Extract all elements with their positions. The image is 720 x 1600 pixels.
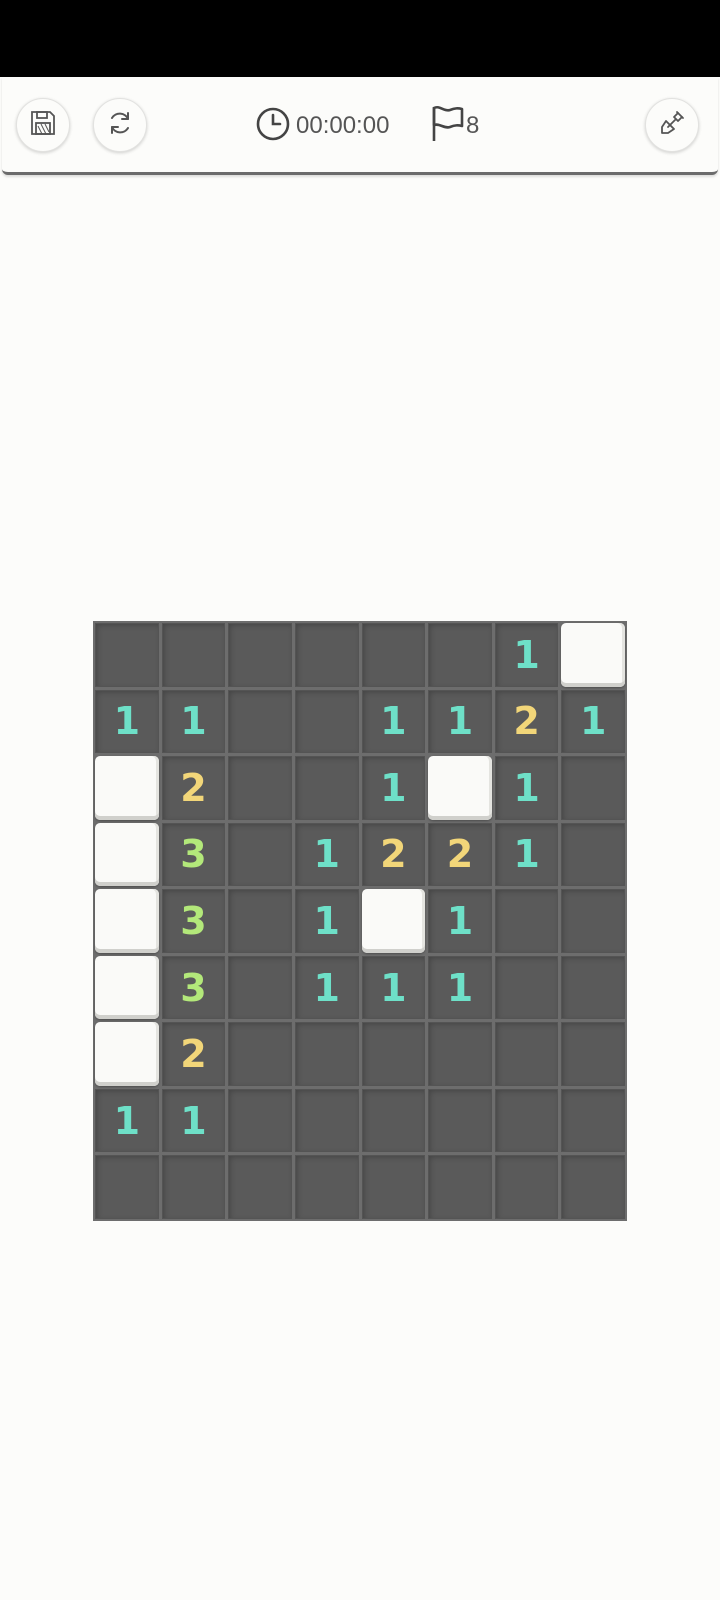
refresh-icon bbox=[105, 108, 135, 143]
flag-icon bbox=[430, 104, 466, 149]
number-tile[interactable]: 1 bbox=[361, 689, 426, 754]
covered-tile[interactable] bbox=[95, 756, 159, 820]
revealed-empty-tile[interactable] bbox=[494, 955, 559, 1020]
revealed-empty-tile[interactable] bbox=[228, 1022, 292, 1086]
number-tile[interactable]: 1 bbox=[294, 889, 359, 953]
revealed-empty-tile[interactable] bbox=[294, 756, 359, 820]
number-tile[interactable]: 2 bbox=[494, 689, 559, 754]
revealed-empty-tile[interactable] bbox=[228, 756, 292, 820]
floppy-disk-icon bbox=[28, 108, 58, 143]
covered-tile[interactable] bbox=[95, 889, 159, 953]
revealed-empty-tile[interactable] bbox=[228, 889, 292, 953]
number-tile[interactable]: 2 bbox=[428, 822, 492, 887]
revealed-empty-tile[interactable] bbox=[428, 1022, 492, 1086]
number-tile[interactable]: 1 bbox=[494, 623, 559, 687]
number-tile[interactable]: 3 bbox=[161, 889, 226, 953]
number-tile[interactable]: 2 bbox=[161, 756, 226, 820]
timer-value: 00:00:00 bbox=[296, 112, 390, 139]
dig-mode-button[interactable] bbox=[645, 98, 699, 152]
revealed-empty-tile[interactable] bbox=[361, 1155, 426, 1219]
revealed-empty-tile[interactable] bbox=[294, 623, 359, 687]
number-tile[interactable]: 1 bbox=[95, 1088, 159, 1153]
covered-tile[interactable] bbox=[95, 822, 159, 887]
revealed-empty-tile[interactable] bbox=[228, 1155, 292, 1219]
number-tile[interactable]: 3 bbox=[161, 955, 226, 1020]
number-tile[interactable]: 1 bbox=[294, 955, 359, 1020]
revealed-empty-tile[interactable] bbox=[494, 1155, 559, 1219]
revealed-empty-tile[interactable] bbox=[95, 1155, 159, 1219]
revealed-empty-tile[interactable] bbox=[294, 1088, 359, 1153]
number-tile[interactable]: 1 bbox=[494, 822, 559, 887]
revealed-empty-tile[interactable] bbox=[561, 889, 625, 953]
revealed-empty-tile[interactable] bbox=[228, 689, 292, 754]
covered-tile[interactable] bbox=[361, 889, 426, 953]
revealed-empty-tile[interactable] bbox=[428, 1155, 492, 1219]
number-tile[interactable]: 1 bbox=[428, 889, 492, 953]
revealed-empty-tile[interactable] bbox=[228, 822, 292, 887]
revealed-empty-tile[interactable] bbox=[228, 955, 292, 1020]
revealed-empty-tile[interactable] bbox=[428, 623, 492, 687]
revealed-empty-tile[interactable] bbox=[161, 1155, 226, 1219]
flags-remaining: 8 bbox=[466, 112, 480, 139]
revealed-empty-tile[interactable] bbox=[561, 1088, 625, 1153]
number-tile[interactable]: 1 bbox=[561, 689, 625, 754]
revealed-empty-tile[interactable] bbox=[361, 1088, 426, 1153]
covered-tile[interactable] bbox=[95, 955, 159, 1020]
minesweeper-board: 1111121211312213113111211 bbox=[93, 621, 627, 1221]
game-timer: 00:00:00 bbox=[254, 107, 389, 145]
flag-counter: 8 bbox=[430, 104, 480, 149]
revealed-empty-tile[interactable] bbox=[428, 1088, 492, 1153]
revealed-empty-tile[interactable] bbox=[361, 623, 426, 687]
number-tile[interactable]: 2 bbox=[361, 822, 426, 887]
number-tile[interactable]: 1 bbox=[361, 955, 426, 1020]
revealed-empty-tile[interactable] bbox=[494, 1088, 559, 1153]
revealed-empty-tile[interactable] bbox=[228, 623, 292, 687]
revealed-empty-tile[interactable] bbox=[361, 1022, 426, 1086]
number-tile[interactable]: 1 bbox=[428, 689, 492, 754]
revealed-empty-tile[interactable] bbox=[294, 689, 359, 754]
revealed-empty-tile[interactable] bbox=[494, 889, 559, 953]
number-tile[interactable]: 1 bbox=[294, 822, 359, 887]
revealed-empty-tile[interactable] bbox=[294, 1022, 359, 1086]
covered-tile[interactable] bbox=[95, 1022, 159, 1086]
number-tile[interactable]: 1 bbox=[428, 955, 492, 1020]
revealed-empty-tile[interactable] bbox=[561, 822, 625, 887]
number-tile[interactable]: 1 bbox=[161, 1088, 226, 1153]
covered-tile[interactable] bbox=[428, 756, 492, 820]
clock-icon bbox=[254, 105, 292, 148]
revealed-empty-tile[interactable] bbox=[561, 756, 625, 820]
number-tile[interactable]: 3 bbox=[161, 822, 226, 887]
revealed-empty-tile[interactable] bbox=[561, 955, 625, 1020]
restart-button[interactable] bbox=[93, 98, 147, 152]
revealed-empty-tile[interactable] bbox=[228, 1088, 292, 1153]
revealed-empty-tile[interactable] bbox=[161, 623, 226, 687]
revealed-empty-tile[interactable] bbox=[561, 1022, 625, 1086]
game-toolbar: 00:00:00 8 bbox=[2, 77, 718, 175]
revealed-empty-tile[interactable] bbox=[561, 1155, 625, 1219]
shovel-icon bbox=[657, 108, 687, 143]
number-tile[interactable]: 2 bbox=[161, 1022, 226, 1086]
system-status-bar bbox=[0, 0, 720, 77]
revealed-empty-tile[interactable] bbox=[294, 1155, 359, 1219]
save-button[interactable] bbox=[16, 98, 70, 152]
number-tile[interactable]: 1 bbox=[95, 689, 159, 754]
covered-tile[interactable] bbox=[561, 623, 625, 687]
number-tile[interactable]: 1 bbox=[494, 756, 559, 820]
number-tile[interactable]: 1 bbox=[161, 689, 226, 754]
revealed-empty-tile[interactable] bbox=[494, 1022, 559, 1086]
revealed-empty-tile[interactable] bbox=[95, 623, 159, 687]
number-tile[interactable]: 1 bbox=[361, 756, 426, 820]
